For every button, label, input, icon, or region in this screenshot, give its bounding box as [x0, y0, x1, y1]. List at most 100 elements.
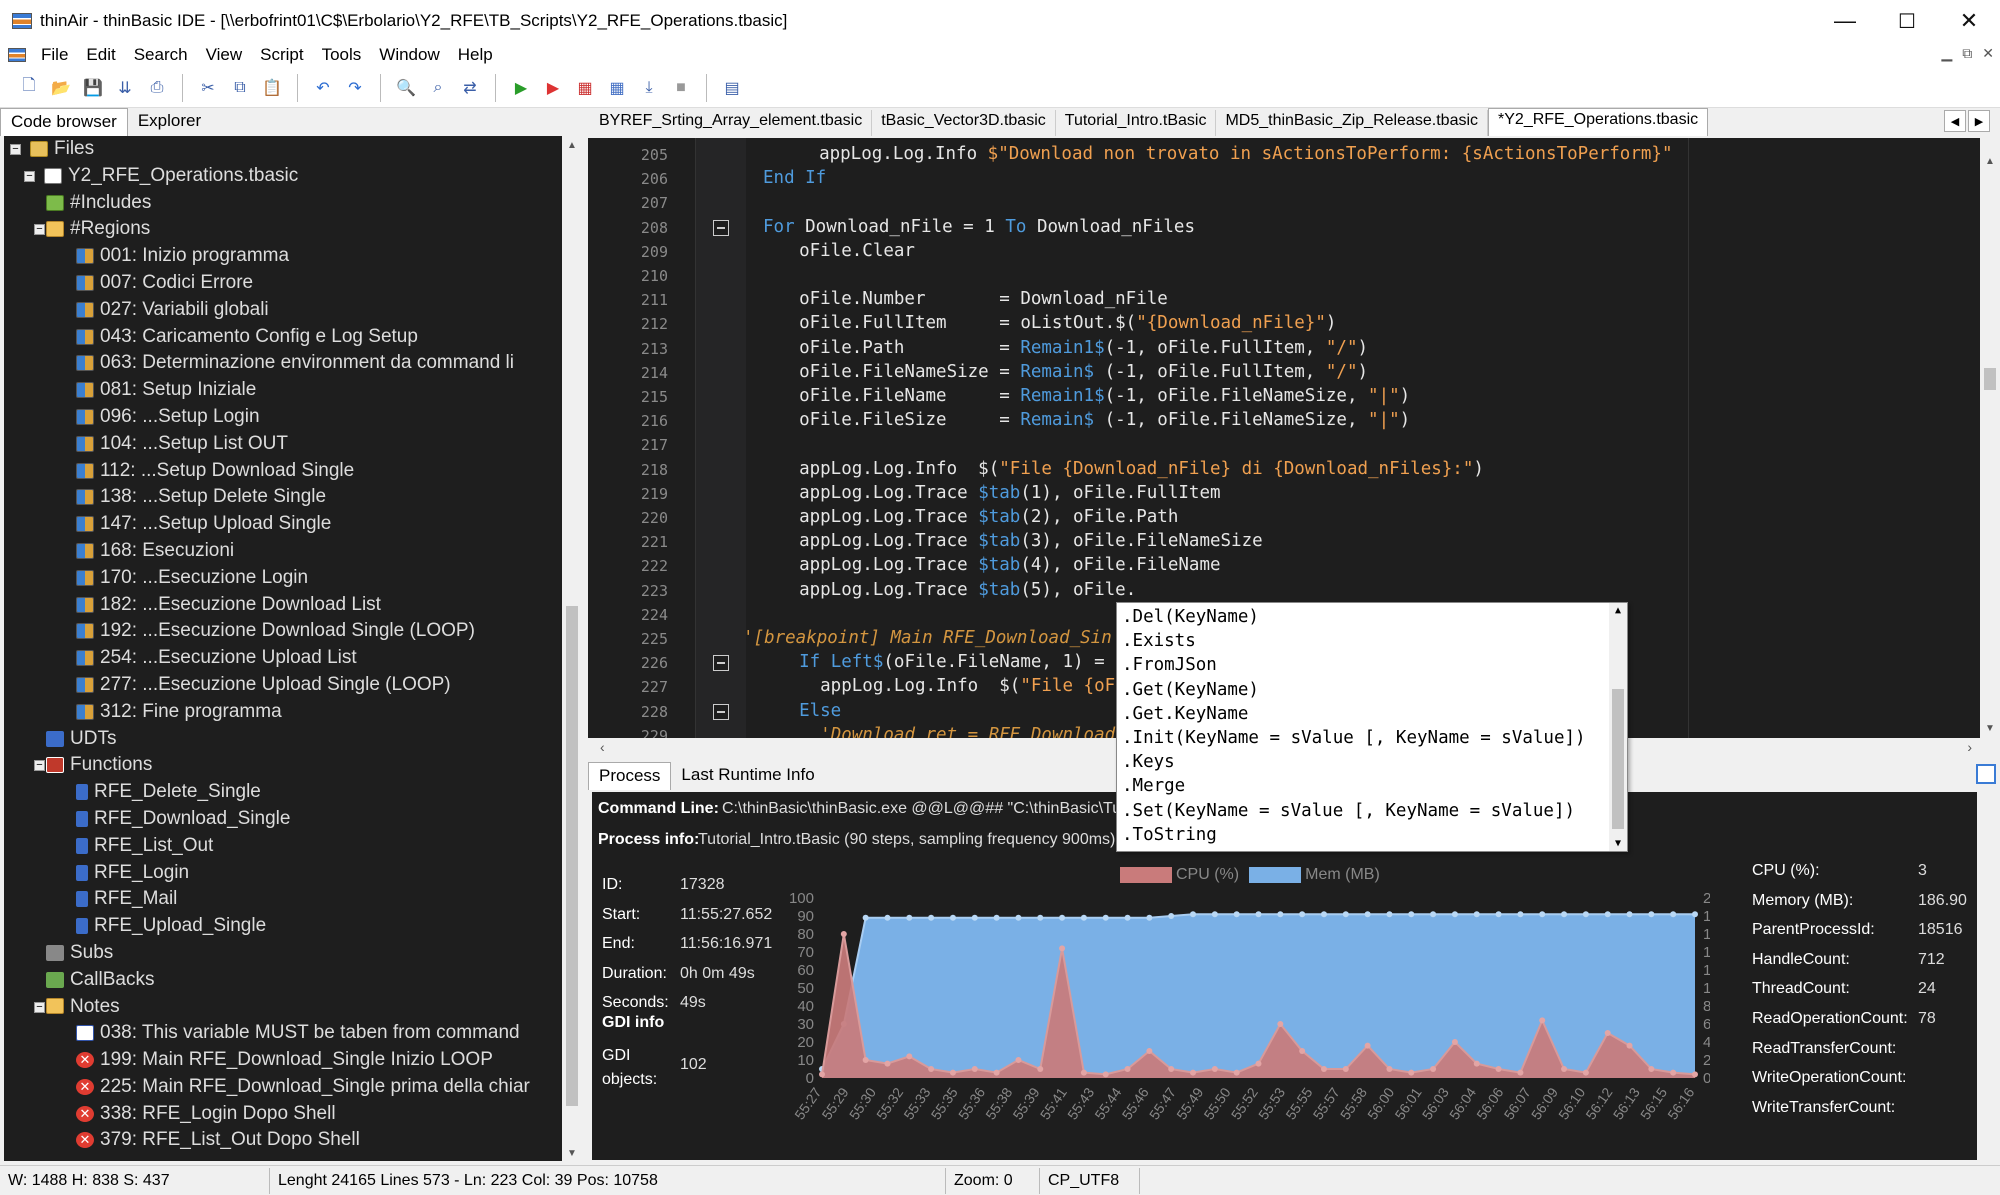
autocomplete-item[interactable]: .Set(KeyName = sValue [, KeyName = sValu… [1122, 801, 1575, 821]
autocomplete-item[interactable]: .ToString [1122, 825, 1217, 845]
tree-item[interactable]: 104: ...Setup List OUT [4, 431, 562, 458]
autocomplete-item[interactable]: .Exists [1122, 631, 1196, 651]
tab-left-arrow-icon[interactable]: ◀ [1944, 110, 1966, 132]
mdi-restore-icon[interactable]: ⧉ [1962, 45, 1972, 62]
code-line[interactable]: 'Download_ret = RFE_Download [778, 725, 1115, 738]
save-all-icon[interactable]: ⇊ [112, 75, 138, 101]
tree-item[interactable]: RFE_Download_Single [4, 806, 562, 833]
undo-icon[interactable]: ↶ [310, 75, 336, 101]
tab-last-runtime-info[interactable]: Last Runtime Info [671, 762, 824, 790]
tree-item[interactable]: 001: Inizio programma [4, 243, 562, 270]
calendar2-icon[interactable]: ▦ [604, 75, 630, 101]
code-line[interactable]: appLog.Log.Info $("File {oFi [778, 676, 1126, 696]
code-line[interactable]: appLog.Log.Trace $tab(3), oFile.FileName… [778, 531, 1263, 551]
code-line[interactable]: oFile.Path = Remain1$(-1, oFile.FullItem… [778, 338, 1368, 358]
collapse-icon[interactable]: − [34, 760, 45, 772]
fold-toggle-icon[interactable] [713, 703, 729, 720]
code-line[interactable]: appLog.Log.Trace $tab(5), oFile. [778, 580, 1136, 600]
code-line[interactable]: oFile.FileName = Remain1$(-1, oFile.File… [778, 386, 1410, 406]
mdi-app-icon[interactable] [8, 48, 26, 62]
stop-icon[interactable]: ■ [668, 75, 694, 101]
tree-item[interactable]: 081: Setup Iniziale [4, 377, 562, 404]
menu-help[interactable]: Help [449, 45, 502, 65]
editor-vertical-scrollbar[interactable]: ▲ ▼ [1980, 138, 2000, 738]
tree-item[interactable]: #Includes [4, 190, 562, 217]
document-tab[interactable]: BYREF_Srting_Array_element.tbasic [590, 110, 873, 136]
code-line[interactable]: Else [778, 701, 841, 721]
tree-scroll-thumb[interactable] [566, 606, 578, 1106]
document-tab[interactable]: Tutorial_Intro.tBasic [1055, 110, 1217, 136]
menu-script[interactable]: Script [251, 45, 312, 65]
maximize-button[interactable]: ☐ [1876, 0, 1938, 42]
menu-file[interactable]: File [32, 45, 77, 65]
scroll-up-icon[interactable]: ▲ [1980, 156, 2000, 167]
calendar-icon[interactable]: ▦ [572, 75, 598, 101]
code-line[interactable]: appLog.Log.Trace $tab(1), oFile.FullItem [778, 483, 1220, 503]
tree-item[interactable]: − Functions [4, 752, 562, 779]
collapse-icon[interactable]: − [10, 144, 21, 155]
tree-item[interactable]: 138: ...Setup Delete Single [4, 484, 562, 511]
scroll-left-icon[interactable]: ‹ [600, 739, 605, 755]
menu-window[interactable]: Window [370, 45, 448, 65]
tree-item[interactable]: ✕ 379: RFE_List_Out Dopo Shell [4, 1127, 562, 1154]
mdi-minimize-icon[interactable]: ▁ [1941, 45, 1952, 62]
tree-item[interactable]: ✕ 199: Main RFE_Download_Single Inizio LO… [4, 1047, 562, 1074]
code-line[interactable]: If Left$(oFile.FileName, 1) = " [778, 652, 1126, 672]
code-line[interactable]: appLog.Log.Info $"Download non trovato i… [798, 144, 1672, 164]
redo-icon[interactable]: ↷ [342, 75, 368, 101]
tree-item[interactable]: 277: ...Esecuzione Upload Single (LOOP) [4, 672, 562, 699]
code-line[interactable]: '[breakpoint] Main RFE_Download_Sin [743, 628, 1112, 648]
step-icon[interactable]: ⤓ [636, 75, 662, 101]
tree-item[interactable]: 096: ...Setup Login [4, 404, 562, 431]
menu-search[interactable]: Search [125, 45, 197, 65]
document-tab[interactable]: *Y2_RFE_Operations.tbasic [1488, 108, 1709, 136]
tree-item[interactable]: Subs [4, 940, 562, 967]
tree-item[interactable]: − #Regions [4, 216, 562, 243]
code-line[interactable]: oFile.Clear [778, 241, 915, 261]
autocomplete-item[interactable]: .Merge [1122, 776, 1185, 796]
scroll-up-icon[interactable]: ▲ [1609, 605, 1627, 616]
tree-item[interactable]: RFE_Login [4, 860, 562, 887]
tree-item[interactable]: − Notes [4, 994, 562, 1021]
open-folder-icon[interactable]: 📂 [48, 75, 74, 101]
new-file-icon[interactable]: 🗋 [16, 75, 42, 101]
autocomplete-item[interactable]: .Keys [1122, 752, 1175, 772]
tab-process[interactable]: Process [588, 762, 672, 790]
fold-toggle-icon[interactable] [713, 219, 729, 236]
scroll-down-icon[interactable]: ▼ [562, 1148, 582, 1159]
tree-item[interactable]: − Files [4, 136, 562, 163]
code-line[interactable]: End If [763, 168, 826, 188]
code-browser-tree[interactable]: − Files − Y2_RFE_Operations.tbasic #Includes… [4, 136, 562, 1161]
code-line[interactable]: oFile.FileSize = Remain$ (-1, oFile.File… [778, 410, 1410, 430]
autocomplete-item[interactable]: .Get(KeyName) [1122, 680, 1259, 700]
collapse-icon[interactable]: − [34, 224, 45, 236]
tree-item[interactable]: − Y2_RFE_Operations.tbasic [4, 163, 562, 190]
autocomplete-item[interactable]: .Del(KeyName) [1122, 607, 1259, 627]
close-button[interactable]: ✕ [1938, 0, 2000, 42]
collapse-icon[interactable]: − [34, 1001, 45, 1013]
tree-item[interactable]: 027: Variabili globali [4, 297, 562, 324]
tree-item[interactable]: RFE_Delete_Single [4, 779, 562, 806]
tree-item[interactable]: RFE_List_Out [4, 833, 562, 860]
code-line[interactable]: oFile.Number = Download_nFile [778, 289, 1168, 309]
scroll-down-icon[interactable]: ▼ [1980, 723, 2000, 734]
fold-margin[interactable] [696, 138, 746, 738]
minimize-button[interactable]: — [1814, 0, 1876, 42]
collapse-icon[interactable]: − [24, 170, 35, 182]
tree-item[interactable]: 312: Fine programma [4, 699, 562, 726]
tree-item[interactable]: RFE_Upload_Single [4, 913, 562, 940]
tab-explorer[interactable]: Explorer [128, 108, 211, 136]
autocomplete-popup[interactable]: ▲ ▼ .Del(KeyName) .Exists .FromJSon .Get(Ke… [1116, 602, 1628, 852]
tree-item[interactable]: 007: Codici Errore [4, 270, 562, 297]
tree-item[interactable]: CallBacks [4, 967, 562, 994]
window-icon[interactable]: ▤ [719, 75, 745, 101]
tree-scrollbar[interactable]: ▲ ▼ [562, 136, 582, 1161]
tree-item[interactable]: 192: ...Esecuzione Download Single (LOOP… [4, 618, 562, 645]
cut-icon[interactable]: ✂ [195, 75, 221, 101]
mdi-close-icon[interactable]: ✕ [1982, 45, 1994, 62]
tree-item[interactable]: 170: ...Esecuzione Login [4, 565, 562, 592]
popup-scroll-thumb[interactable] [1612, 689, 1624, 829]
tree-item[interactable]: ✕ 225: Main RFE_Download_Single prima del… [4, 1074, 562, 1101]
autocomplete-item[interactable]: .Get.KeyName [1122, 704, 1248, 724]
editor-scroll-thumb[interactable] [1984, 368, 1996, 390]
